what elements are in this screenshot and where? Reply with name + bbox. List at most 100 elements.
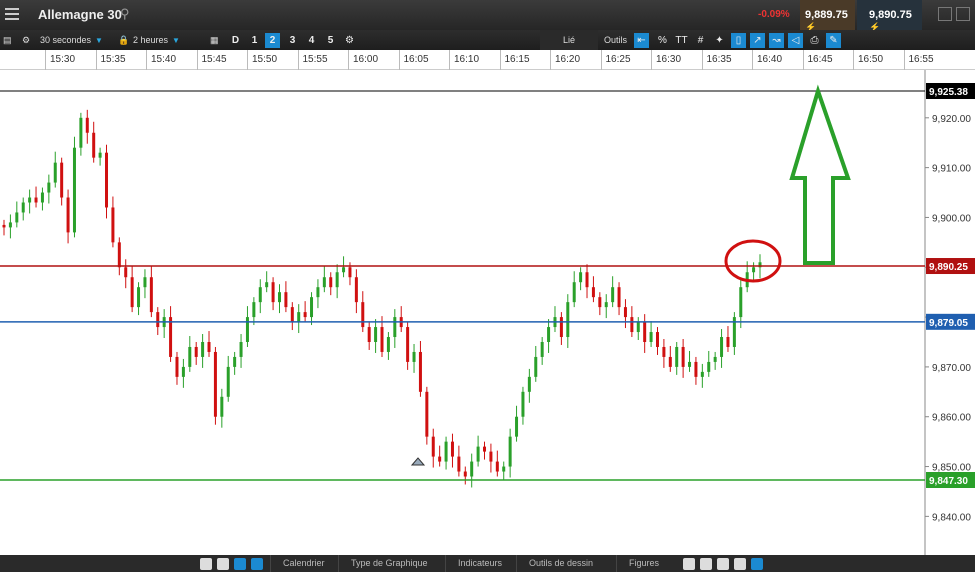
lock-icon[interactable]: 🔒	[118, 30, 129, 50]
candle-body	[252, 302, 256, 318]
title-bar: Allemagne 30 ⚲ -0.09% 9,889.75 ⚡ 9,890.7…	[0, 0, 975, 32]
percent-button[interactable]: %	[655, 33, 670, 48]
candle-body	[598, 297, 602, 308]
crosshair-icon[interactable]	[734, 558, 746, 570]
tab-drawing-tools[interactable]: Outils de dessin	[516, 555, 605, 572]
candle-body	[425, 391, 429, 437]
candle-body	[226, 366, 230, 397]
label-tool-icon[interactable]: ◁	[788, 33, 803, 48]
zoom-icon[interactable]	[683, 558, 695, 570]
period-d-button[interactable]: D	[228, 33, 243, 48]
candle-body	[386, 337, 390, 352]
period-button-4[interactable]: 4	[304, 33, 319, 48]
candle-body	[470, 461, 474, 477]
settings-gear-icon[interactable]: ⚙	[22, 30, 30, 50]
candle-body	[418, 351, 422, 392]
period-button-1[interactable]: 1	[247, 33, 262, 48]
close-icon[interactable]	[956, 7, 970, 21]
period-button-5[interactable]: 5	[323, 33, 338, 48]
line-tool-icon[interactable]: ↗	[750, 33, 765, 48]
candle-body	[207, 341, 211, 352]
candle-body	[483, 446, 487, 452]
candlestick-icon[interactable]: ▯	[731, 33, 746, 48]
marker-triangle-icon	[410, 457, 426, 466]
time-tick-label: 15:40	[146, 50, 176, 70]
text-tool-button[interactable]: TT	[674, 33, 689, 48]
minimize-icon[interactable]	[938, 7, 952, 21]
tab-indicators[interactable]: Indicateurs	[445, 555, 514, 572]
candle-body	[611, 287, 615, 303]
candle-body	[201, 341, 205, 357]
hamburger-menu-icon[interactable]	[5, 8, 19, 20]
swap-icon[interactable]	[251, 558, 263, 570]
candle-body	[130, 277, 134, 308]
zoom-in-icon[interactable]	[717, 558, 729, 570]
candle-body	[233, 356, 237, 367]
candle-body	[21, 202, 25, 213]
calendar-icon[interactable]: ▦	[210, 30, 219, 50]
linked-button[interactable]: Lié	[540, 30, 598, 50]
pencil-icon[interactable]	[234, 558, 246, 570]
candle-body	[572, 282, 576, 303]
interval-select[interactable]: 30 secondes ▼	[40, 30, 103, 50]
level-price-label: 9,925.38	[929, 87, 968, 98]
candle-body	[566, 302, 570, 338]
candle-body	[265, 282, 269, 288]
fib-tool-icon[interactable]: ↝	[769, 33, 784, 48]
candle-body	[188, 346, 192, 367]
candle-body	[502, 466, 506, 472]
draw-tool-icon[interactable]: ✎	[826, 33, 841, 48]
level-price-label: 9,847.30	[929, 476, 968, 487]
candle-body	[508, 436, 512, 467]
tab-chart-type[interactable]: Type de Graphique	[338, 555, 440, 572]
chart-icon[interactable]: ▤	[3, 30, 12, 50]
sell-price-button[interactable]: 9,889.75 ⚡	[800, 0, 855, 32]
candle-body	[431, 436, 435, 457]
candle-body	[694, 361, 698, 377]
candle-body	[124, 267, 128, 278]
candle-body	[149, 277, 153, 313]
red-circle-annotation	[724, 239, 782, 283]
print-icon[interactable]: ⎙	[807, 33, 822, 48]
candle-body	[623, 307, 627, 318]
bottom-bar: Calendrier Type de Graphique Indicateurs…	[0, 555, 975, 572]
gear-icon[interactable]: ⚙	[342, 33, 357, 48]
time-tick-label: 15:35	[95, 50, 126, 70]
price-tick-label: 9,900.00	[932, 213, 971, 224]
magic-wand-icon[interactable]: ✦	[712, 33, 727, 48]
range-select[interactable]: 2 heures ▼	[133, 30, 180, 50]
level-price-label: 9,879.05	[929, 318, 968, 329]
arrow-left-icon[interactable]: ⇤	[634, 33, 649, 48]
candle-body	[354, 277, 358, 303]
candle-body	[220, 396, 224, 417]
refresh-icon[interactable]	[200, 558, 212, 570]
period-button-3[interactable]: 3	[285, 33, 300, 48]
search-icon[interactable]: ⚲	[120, 6, 130, 22]
buy-price-button[interactable]: 9,890.75 ⚡	[857, 0, 922, 32]
candle-body	[489, 451, 493, 462]
candle-body	[85, 117, 89, 133]
fit-icon[interactable]	[751, 558, 763, 570]
candle-body	[8, 222, 12, 228]
block-icon[interactable]	[217, 558, 229, 570]
candle-body	[412, 351, 416, 362]
time-tick-label: 15:30	[45, 50, 75, 70]
time-tick-label: 16:45	[802, 50, 833, 70]
candle-body	[579, 272, 583, 283]
range-value: 2 heures	[133, 35, 169, 45]
tab-calendar[interactable]: Calendrier	[270, 555, 337, 572]
period-button-2[interactable]: 2	[265, 33, 280, 48]
price-chart[interactable]: 9,920.009,910.009,900.009,890.009,880.00…	[0, 70, 975, 555]
zoom-out-icon[interactable]	[700, 558, 712, 570]
tools-label: Outils	[604, 35, 628, 45]
grid-icon[interactable]: #	[693, 33, 708, 48]
time-tick-label: 16:30	[651, 50, 681, 70]
time-tick-label: 15:45	[196, 50, 227, 70]
candle-body	[547, 327, 551, 342]
candle-body	[668, 356, 672, 367]
price-tick-label: 9,850.00	[932, 463, 971, 474]
candle-body	[53, 162, 57, 183]
tab-figures[interactable]: Figures	[616, 555, 671, 572]
candle-body	[245, 317, 249, 342]
candle-body	[194, 346, 198, 357]
